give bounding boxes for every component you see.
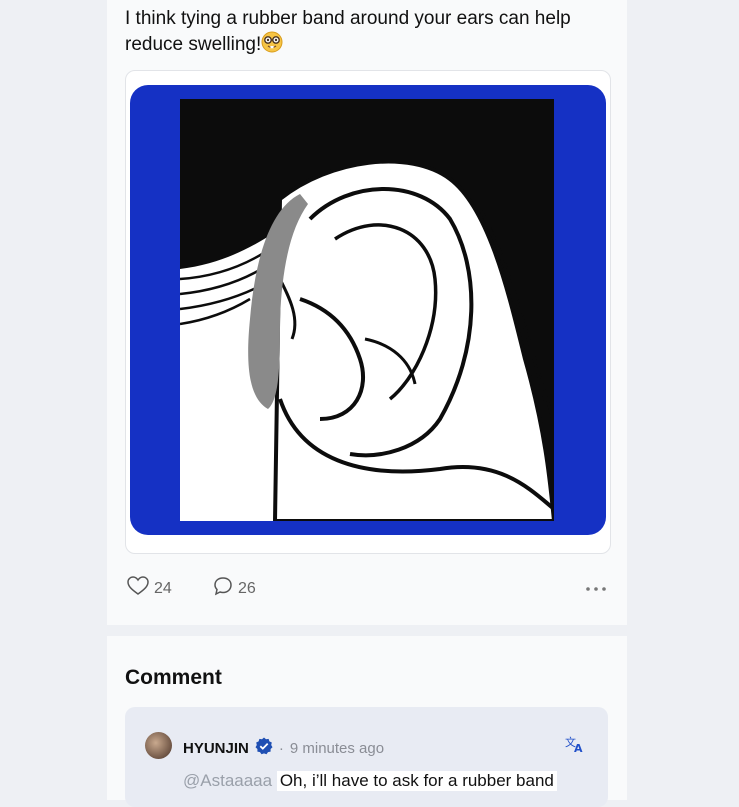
verified-badge-icon <box>255 737 273 759</box>
comment-heading: Comment <box>125 666 222 689</box>
comment-section: Comment HYUNJIN · 9 minutes ago 文 A @Ast… <box>107 636 627 807</box>
comment-username[interactable]: HYUNJIN <box>183 740 249 757</box>
comment-mention[interactable]: @Astaaaaa <box>183 771 272 790</box>
comment-separator: · <box>278 739 284 757</box>
post-image[interactable] <box>125 70 611 554</box>
post-text-content: I think tying a rubber band around your … <box>125 8 571 55</box>
translate-icon[interactable]: 文 A <box>564 734 586 759</box>
comment-count: 26 <box>238 579 256 597</box>
post-card: I think tying a rubber band around your … <box>107 0 627 625</box>
post-actions: 24 26 <box>127 576 607 598</box>
comment-text: @Astaaaaa Oh, i’ll have to ask for a rub… <box>183 771 557 791</box>
post-text: I think tying a rubber band around your … <box>125 6 615 60</box>
nerd-face-emoji-icon <box>261 31 283 60</box>
like-count: 24 <box>154 579 172 597</box>
avatar[interactable] <box>145 732 172 759</box>
comment-button[interactable]: 26 <box>213 576 256 601</box>
comment-timestamp: 9 minutes ago <box>289 739 385 757</box>
comment-item: HYUNJIN · 9 minutes ago 文 A @Astaaaaa Oh… <box>125 707 608 807</box>
comment-user-line: HYUNJIN · 9 minutes ago <box>183 737 384 759</box>
caption-overlay: Oh, i’ll have to ask for a rubber band <box>276 771 557 791</box>
more-dots-icon[interactable] <box>585 576 607 597</box>
image-blue-frame <box>130 85 606 535</box>
svg-text:A: A <box>574 742 583 754</box>
like-button[interactable]: 24 <box>127 576 172 601</box>
ear-illustration <box>179 99 557 523</box>
comment-bubble-icon <box>213 576 233 601</box>
heart-icon <box>127 576 149 601</box>
